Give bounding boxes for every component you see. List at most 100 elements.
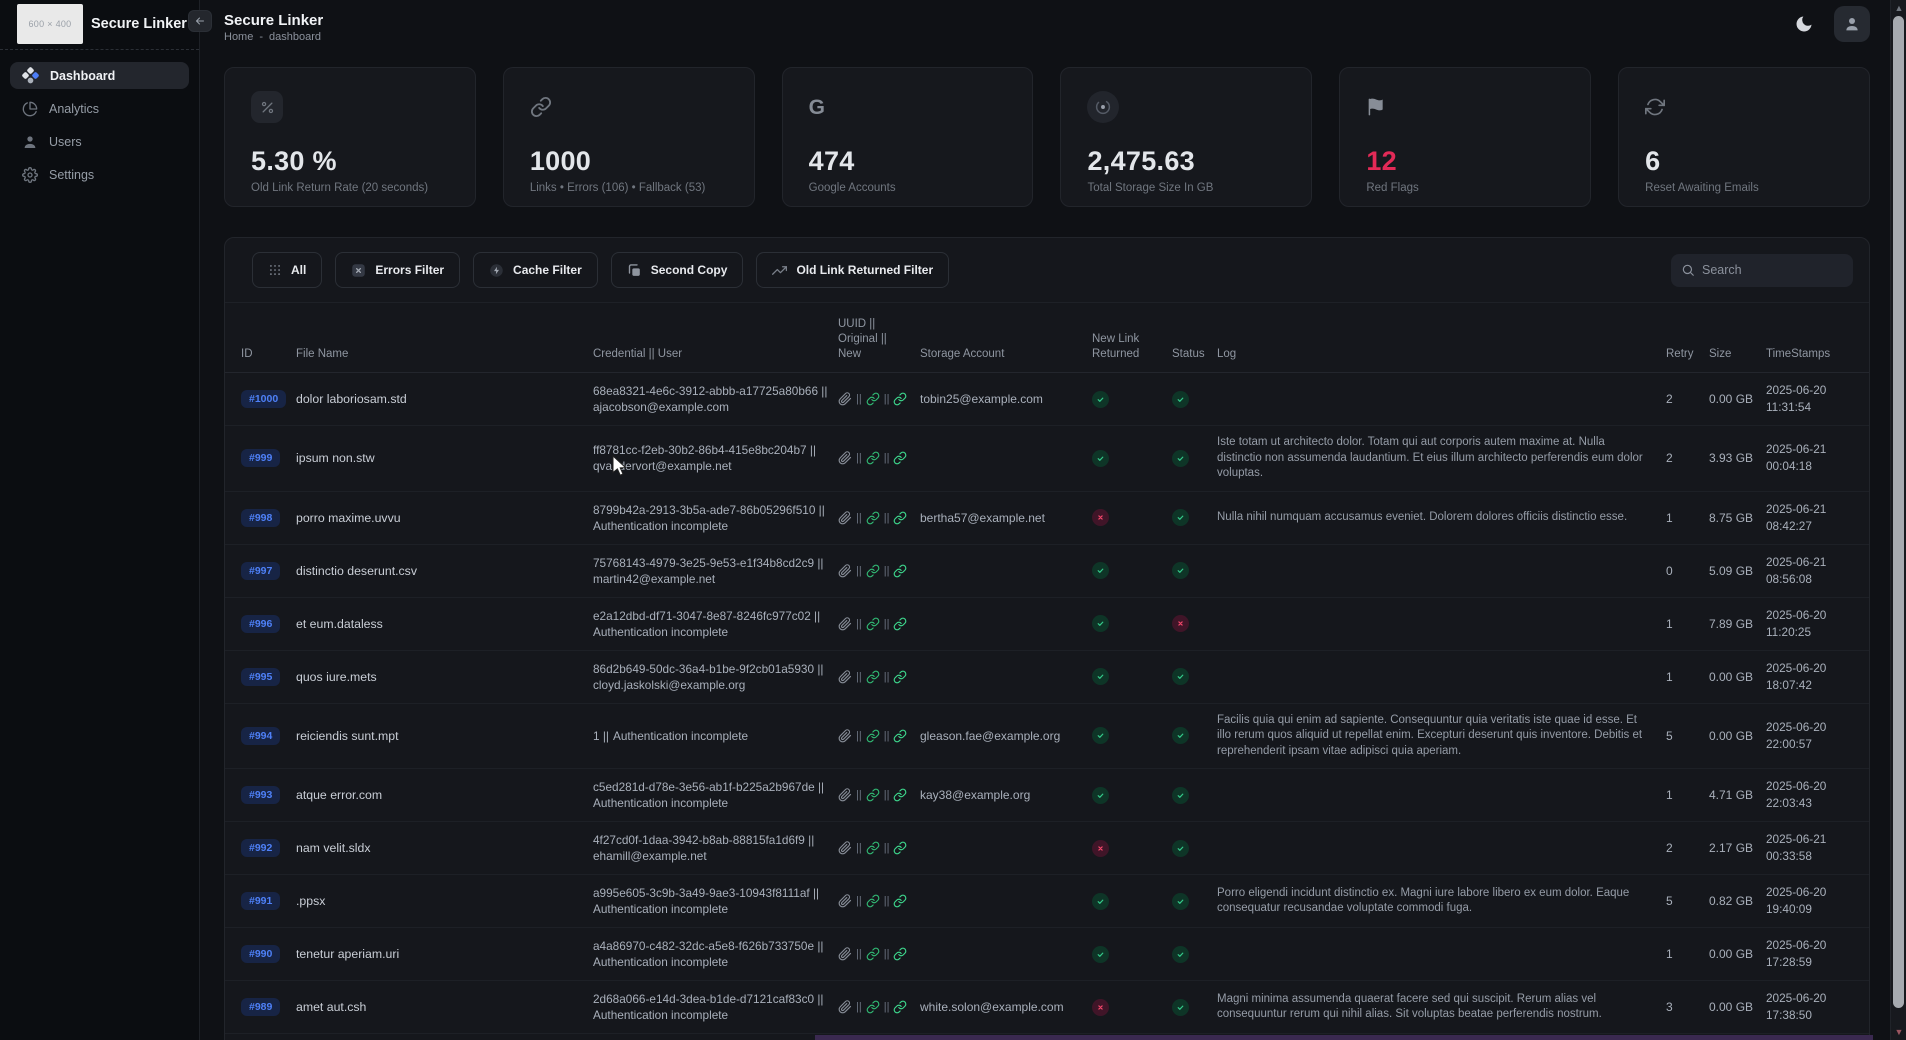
link-icon[interactable]: [866, 392, 880, 406]
link-icon[interactable]: [866, 511, 880, 525]
row-uuid: 4f27cd0f-1daa-3942-b8ab-88815fa1d6f9 ||: [593, 832, 814, 848]
logo-image-placeholder: 600 × 400: [17, 4, 83, 44]
x-circle-icon: [1092, 509, 1109, 526]
row-id-badge: #991: [241, 892, 280, 910]
paperclip-icon[interactable]: [838, 617, 852, 631]
row-status: [1172, 509, 1217, 526]
link-icon[interactable]: [893, 841, 907, 855]
link-icon[interactable]: [866, 670, 880, 684]
paperclip-icon[interactable]: [838, 788, 852, 802]
pie-chart-icon: [22, 101, 38, 117]
sidebar-item-users[interactable]: Users: [10, 129, 189, 155]
table-row[interactable]: #999ipsum non.stwff8781cc-f2eb-30b2-86b4…: [225, 426, 1869, 492]
flag-icon: [1366, 97, 1386, 117]
stat-value: 6: [1645, 146, 1843, 177]
row-id-badge: #997: [241, 562, 280, 580]
paperclip-icon[interactable]: [838, 670, 852, 684]
sidebar-item-analytics[interactable]: Analytics: [10, 96, 189, 122]
row-size: 0.00 GB: [1709, 670, 1766, 684]
link-icon[interactable]: [893, 451, 907, 465]
paperclip-icon[interactable]: [838, 1000, 852, 1014]
stat-card-old-link-return-rate: 5.30 % Old Link Return Rate (20 seconds): [224, 67, 476, 207]
link-icon[interactable]: [893, 729, 907, 743]
link-icon[interactable]: [893, 564, 907, 578]
link-icon[interactable]: [893, 617, 907, 631]
link-icon[interactable]: [893, 1000, 907, 1014]
link-icon[interactable]: [866, 841, 880, 855]
row-uuid: c5ed281d-d78e-3e56-ab1f-b225a2b967de ||: [593, 779, 824, 795]
link-icon[interactable]: [866, 564, 880, 578]
row-log: Porro eligendi incidunt distinctio ex. M…: [1217, 886, 1666, 917]
search-input[interactable]: [1702, 263, 1843, 277]
row-filename: distinctio deserunt.csv: [296, 564, 593, 578]
link-icon[interactable]: [866, 788, 880, 802]
breadcrumb-home[interactable]: Home: [224, 31, 253, 43]
table-row[interactable]: #994reiciendis sunt.mpt1 ||Authenticatio…: [225, 704, 1869, 770]
google-icon: G: [809, 97, 825, 118]
table-row[interactable]: #992nam velit.sldx4f27cd0f-1daa-3942-b8a…: [225, 822, 1869, 875]
link-icon[interactable]: [893, 392, 907, 406]
link-icon[interactable]: [866, 894, 880, 908]
filter-label: Errors Filter: [375, 263, 444, 277]
table-row[interactable]: #997distinctio deserunt.csv75768143-4979…: [225, 545, 1869, 598]
paperclip-icon[interactable]: [838, 511, 852, 525]
percent-icon: [251, 91, 283, 123]
x-circle-icon: [1092, 999, 1109, 1016]
table-row[interactable]: #993atque error.comc5ed281d-d78e-3e56-ab…: [225, 769, 1869, 822]
filter-second-copy-button[interactable]: Second Copy: [611, 252, 744, 288]
link-icon[interactable]: [866, 947, 880, 961]
link-icon[interactable]: [893, 511, 907, 525]
brand-name: Secure Linker: [91, 16, 187, 32]
link-icon[interactable]: [893, 788, 907, 802]
paperclip-icon[interactable]: [838, 451, 852, 465]
table-row[interactable]: #990tenetur aperiam.uria4a86970-c482-32d…: [225, 928, 1869, 981]
filter-cache-button[interactable]: Cache Filter: [473, 252, 598, 288]
paperclip-icon[interactable]: [838, 841, 852, 855]
table-row[interactable]: #996et eum.datalesse2a12dbd-df71-3047-8e…: [225, 598, 1869, 651]
filter-errors-button[interactable]: Errors Filter: [335, 252, 460, 288]
filter-all-button[interactable]: All: [252, 252, 322, 288]
paperclip-icon[interactable]: [838, 894, 852, 908]
row-status: [1172, 391, 1217, 408]
paperclip-icon[interactable]: [838, 947, 852, 961]
sidebar-item-dashboard[interactable]: Dashboard: [10, 62, 189, 89]
check-circle-icon: [1172, 840, 1189, 857]
paperclip-icon[interactable]: [838, 729, 852, 743]
link-icon[interactable]: [866, 1000, 880, 1014]
table-row[interactable]: #991.ppsxa995e605-3c9b-3a49-9ae3-10943f8…: [225, 875, 1869, 928]
sidebar-item-settings[interactable]: Settings: [10, 162, 189, 188]
table-row[interactable]: #995quos iure.mets86d2b649-50dc-36a4-b1b…: [225, 651, 1869, 704]
table-row[interactable]: #998porro maxime.uvvu8799b42a-2913-3b5a-…: [225, 492, 1869, 545]
row-retry: 1: [1666, 511, 1709, 525]
scrollbar-thumb[interactable]: [1893, 16, 1904, 1008]
link-icon[interactable]: [866, 451, 880, 465]
sidebar-item-label: Users: [49, 135, 82, 149]
paperclip-icon[interactable]: [838, 392, 852, 406]
paperclip-icon[interactable]: [838, 564, 852, 578]
vertical-scrollbar[interactable]: ▲ ▼: [1890, 0, 1906, 1040]
stat-value: 12: [1366, 146, 1564, 177]
row-retry: 1: [1666, 670, 1709, 684]
link-icon[interactable]: [893, 670, 907, 684]
filter-old-link-returned-button[interactable]: Old Link Returned Filter: [756, 252, 949, 288]
link-icon[interactable]: [893, 947, 907, 961]
link-icon[interactable]: [866, 617, 880, 631]
sidebar-collapse-button[interactable]: [188, 10, 212, 32]
link-icon[interactable]: [893, 894, 907, 908]
row-credential: 8799b42a-2913-3b5a-ade7-86b05296f510 ||A…: [593, 502, 838, 534]
stat-label: Links • Errors (106) • Fallback (53): [530, 182, 728, 194]
table-row[interactable]: #1000dolor laboriosam.std68ea8321-4e6c-3…: [225, 373, 1869, 426]
scrollbar-down-arrow[interactable]: ▼: [1891, 1025, 1906, 1039]
row-filename: quos iure.mets: [296, 670, 593, 684]
row-timestamp: 2025-06-2108:42:27: [1766, 501, 1853, 535]
row-link-icons: ||||: [838, 392, 920, 406]
row-size: 5.09 GB: [1709, 564, 1766, 578]
scrollbar-up-arrow[interactable]: ▲: [1891, 1, 1906, 15]
theme-toggle-button[interactable]: [1786, 6, 1822, 42]
row-status: [1172, 450, 1217, 467]
link-icon: [530, 96, 552, 118]
search-icon: [1681, 263, 1695, 277]
link-icon[interactable]: [866, 729, 880, 743]
table-row[interactable]: #989amet aut.csh2d68a066-e14d-3dea-b1de-…: [225, 981, 1869, 1034]
user-menu-button[interactable]: [1834, 6, 1870, 42]
